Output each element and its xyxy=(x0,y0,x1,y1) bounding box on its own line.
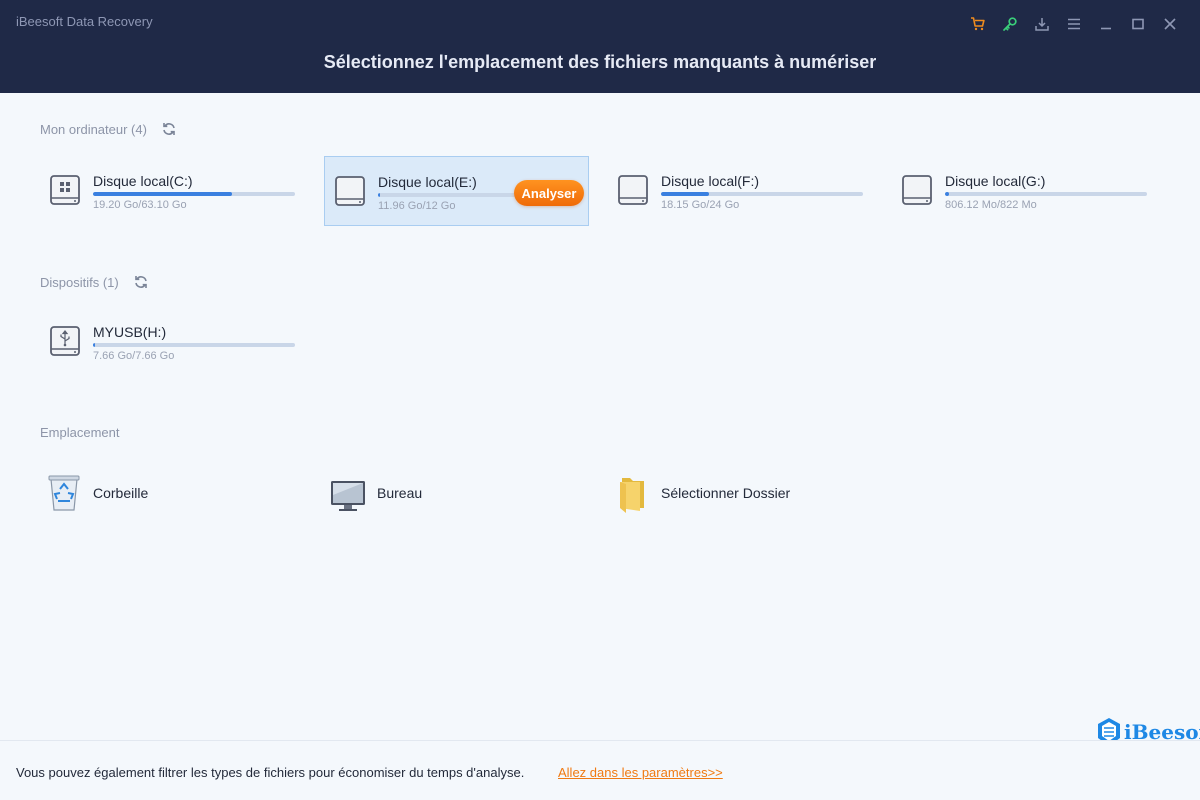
window-controls xyxy=(962,12,1186,36)
locations-section-label: Emplacement xyxy=(40,425,120,440)
drive-name: Disque local(E:) xyxy=(378,174,477,190)
drive-usage-fill xyxy=(661,192,710,196)
app-title: iBeesoft Data Recovery xyxy=(16,14,153,29)
drive-size: 806.12 Mo/822 Mo xyxy=(945,199,1037,211)
drive-size: 19.20 Go/63.10 Go xyxy=(93,199,187,211)
footer: Vous pouvez également filtrer les types … xyxy=(0,740,1200,800)
usb-drive-icon xyxy=(50,326,80,356)
close-button[interactable] xyxy=(1154,12,1186,36)
drive-usage-fill xyxy=(945,192,950,196)
drive-name: Disque local(C:) xyxy=(93,173,193,189)
download-button[interactable] xyxy=(1026,12,1058,36)
location-label: Bureau xyxy=(377,485,423,501)
refresh-icon[interactable] xyxy=(161,121,177,137)
refresh-icon[interactable] xyxy=(133,274,149,290)
desktop-monitor-icon xyxy=(331,481,365,511)
computer-section-label: Mon ordinateur (4) xyxy=(40,121,147,137)
footer-hint-text: Vous pouvez également filtrer les types … xyxy=(16,765,525,780)
drive-usage-fill xyxy=(93,192,233,196)
page-title: Sélectionnez l'emplacement des fichiers … xyxy=(323,52,877,72)
minimize-icon xyxy=(1101,27,1111,30)
drive-h-usb[interactable]: MYUSB(H:) 7.66 Go/7.66 Go xyxy=(40,307,305,377)
settings-link[interactable]: Allez dans les paramètres>> xyxy=(558,765,723,780)
recycle-bin-icon xyxy=(48,475,80,511)
drive-size: 7.66 Go/7.66 Go xyxy=(93,350,175,362)
title-bar: iBeesoft Data Recovery Sélectionnez l'em… xyxy=(0,0,1200,93)
devices-section-title: Dispositifs (1) xyxy=(40,274,149,290)
cart-icon xyxy=(971,17,985,31)
drive-usage-fill xyxy=(378,193,380,197)
hard-drive-icon xyxy=(335,176,365,206)
drive-usage-bar xyxy=(93,192,295,196)
drive-name: Disque local(G:) xyxy=(945,173,1046,189)
key-icon xyxy=(1003,17,1017,31)
windows-drive-icon xyxy=(50,175,80,205)
drive-usage-bar xyxy=(945,192,1147,196)
devices-section-label: Dispositifs (1) xyxy=(40,274,119,290)
drive-usage-bar xyxy=(378,193,518,197)
drive-size: 11.96 Go/12 Go xyxy=(378,200,456,212)
location-desktop[interactable]: Bureau xyxy=(330,471,422,515)
drive-c[interactable]: Disque local(C:) 19.20 Go/63.10 Go xyxy=(40,156,305,226)
drive-usage-bar xyxy=(93,343,295,347)
hard-drive-icon xyxy=(902,175,932,205)
folder-icon xyxy=(620,478,644,513)
menu-button[interactable] xyxy=(1058,12,1090,36)
analyse-button[interactable]: Analyser xyxy=(514,180,584,206)
drive-e[interactable]: Disque local(E:) 11.96 Go/12 Go Analyser xyxy=(324,156,589,226)
location-recycle-bin[interactable]: Corbeille xyxy=(46,471,148,515)
drive-g[interactable]: Disque local(G:) 806.12 Mo/822 Mo xyxy=(892,156,1157,226)
drive-usage-fill xyxy=(93,343,96,347)
drive-usage-bar xyxy=(661,192,863,196)
cart-button[interactable] xyxy=(962,12,994,36)
drive-size: 18.15 Go/24 Go xyxy=(661,199,740,211)
menu-icon xyxy=(1068,18,1080,30)
hard-drive-icon xyxy=(618,175,648,205)
maximize-button[interactable] xyxy=(1122,12,1154,36)
license-key-button[interactable] xyxy=(994,12,1026,36)
drive-name: Disque local(F:) xyxy=(661,173,760,189)
download-icon xyxy=(1035,18,1049,31)
drive-name: MYUSB(H:) xyxy=(93,324,167,340)
location-select-folder[interactable]: Sélectionner Dossier xyxy=(614,471,790,515)
location-label: Sélectionner Dossier xyxy=(661,485,791,501)
maximize-icon xyxy=(1132,18,1144,30)
location-label: Corbeille xyxy=(93,485,149,501)
drive-f[interactable]: Disque local(F:) 18.15 Go/24 Go xyxy=(608,156,873,226)
close-icon xyxy=(1164,18,1176,30)
computer-section-title: Mon ordinateur (4) xyxy=(40,121,177,137)
locations-section-title: Emplacement xyxy=(40,425,119,440)
minimize-button[interactable] xyxy=(1090,12,1122,36)
